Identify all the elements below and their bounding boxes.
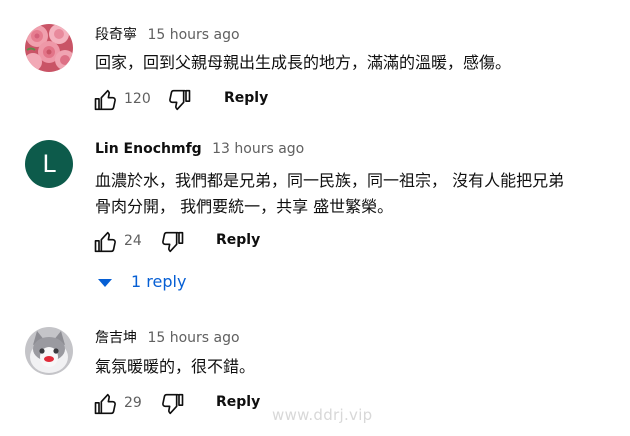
comment-text: 氣氛暖暖的，很不錯。 bbox=[95, 354, 615, 380]
avatar[interactable] bbox=[25, 327, 73, 375]
thumbs-up-icon[interactable] bbox=[92, 86, 120, 114]
comment-actions: 120 Reply bbox=[88, 86, 388, 114]
comment-header: Lin Enochmfg 13 hours ago bbox=[95, 141, 304, 157]
comment-text-line: 骨肉分開， 我們要統一，共享 盛世繁榮。 bbox=[95, 197, 394, 216]
comment-text-line: 氣氛暖暖的，很不錯。 bbox=[95, 357, 256, 376]
watermark: www.ddrj.vip bbox=[272, 406, 373, 424]
timestamp[interactable]: 13 hours ago bbox=[212, 141, 304, 157]
reply-button[interactable]: Reply bbox=[216, 232, 260, 248]
comment-header: 段奇寧 15 hours ago bbox=[95, 24, 240, 44]
caret-down-icon bbox=[98, 279, 112, 287]
thumbs-down-icon[interactable] bbox=[158, 228, 186, 256]
reply-button[interactable]: Reply bbox=[216, 394, 260, 410]
comment-text: 血濃於水，我們都是兄弟，同一民族，同一祖宗， 沒有人能把兄弟 骨肉分開， 我們要… bbox=[95, 168, 615, 220]
pink-roses-avatar-icon bbox=[25, 24, 73, 72]
author-name[interactable]: Lin Enochmfg bbox=[95, 141, 202, 157]
reply-button[interactable]: Reply bbox=[224, 90, 268, 106]
avatar[interactable] bbox=[25, 24, 73, 72]
comment-actions: 24 Reply bbox=[88, 228, 388, 256]
like-count: 24 bbox=[124, 233, 142, 249]
timestamp[interactable]: 15 hours ago bbox=[147, 27, 239, 43]
thumbs-up-icon[interactable] bbox=[92, 228, 120, 256]
comment-text-line: 血濃於水，我們都是兄弟，同一民族，同一祖宗， 沒有人能把兄弟 bbox=[95, 171, 565, 190]
author-name[interactable]: 詹吉坤 bbox=[95, 330, 137, 346]
comment-header: 詹吉坤 15 hours ago bbox=[95, 327, 240, 347]
avatar[interactable]: L bbox=[25, 140, 73, 188]
timestamp[interactable]: 15 hours ago bbox=[147, 330, 239, 346]
like-count: 29 bbox=[124, 395, 142, 411]
thumbs-down-icon[interactable] bbox=[165, 86, 193, 114]
replies-count-label: 1 reply bbox=[131, 272, 187, 291]
cat-avatar-icon bbox=[25, 327, 73, 375]
author-name[interactable]: 段奇寧 bbox=[95, 27, 137, 43]
like-count: 120 bbox=[124, 91, 151, 107]
thumbs-down-icon[interactable] bbox=[158, 390, 186, 418]
comment-text: 回家，回到父親母親出生成長的地方，滿滿的溫暖，感傷。 bbox=[95, 50, 615, 76]
thumbs-up-icon[interactable] bbox=[92, 390, 120, 418]
avatar-letter: L bbox=[42, 150, 56, 178]
comment-text-line: 回家，回到父親母親出生成長的地方，滿滿的溫暖，感傷。 bbox=[95, 53, 512, 72]
